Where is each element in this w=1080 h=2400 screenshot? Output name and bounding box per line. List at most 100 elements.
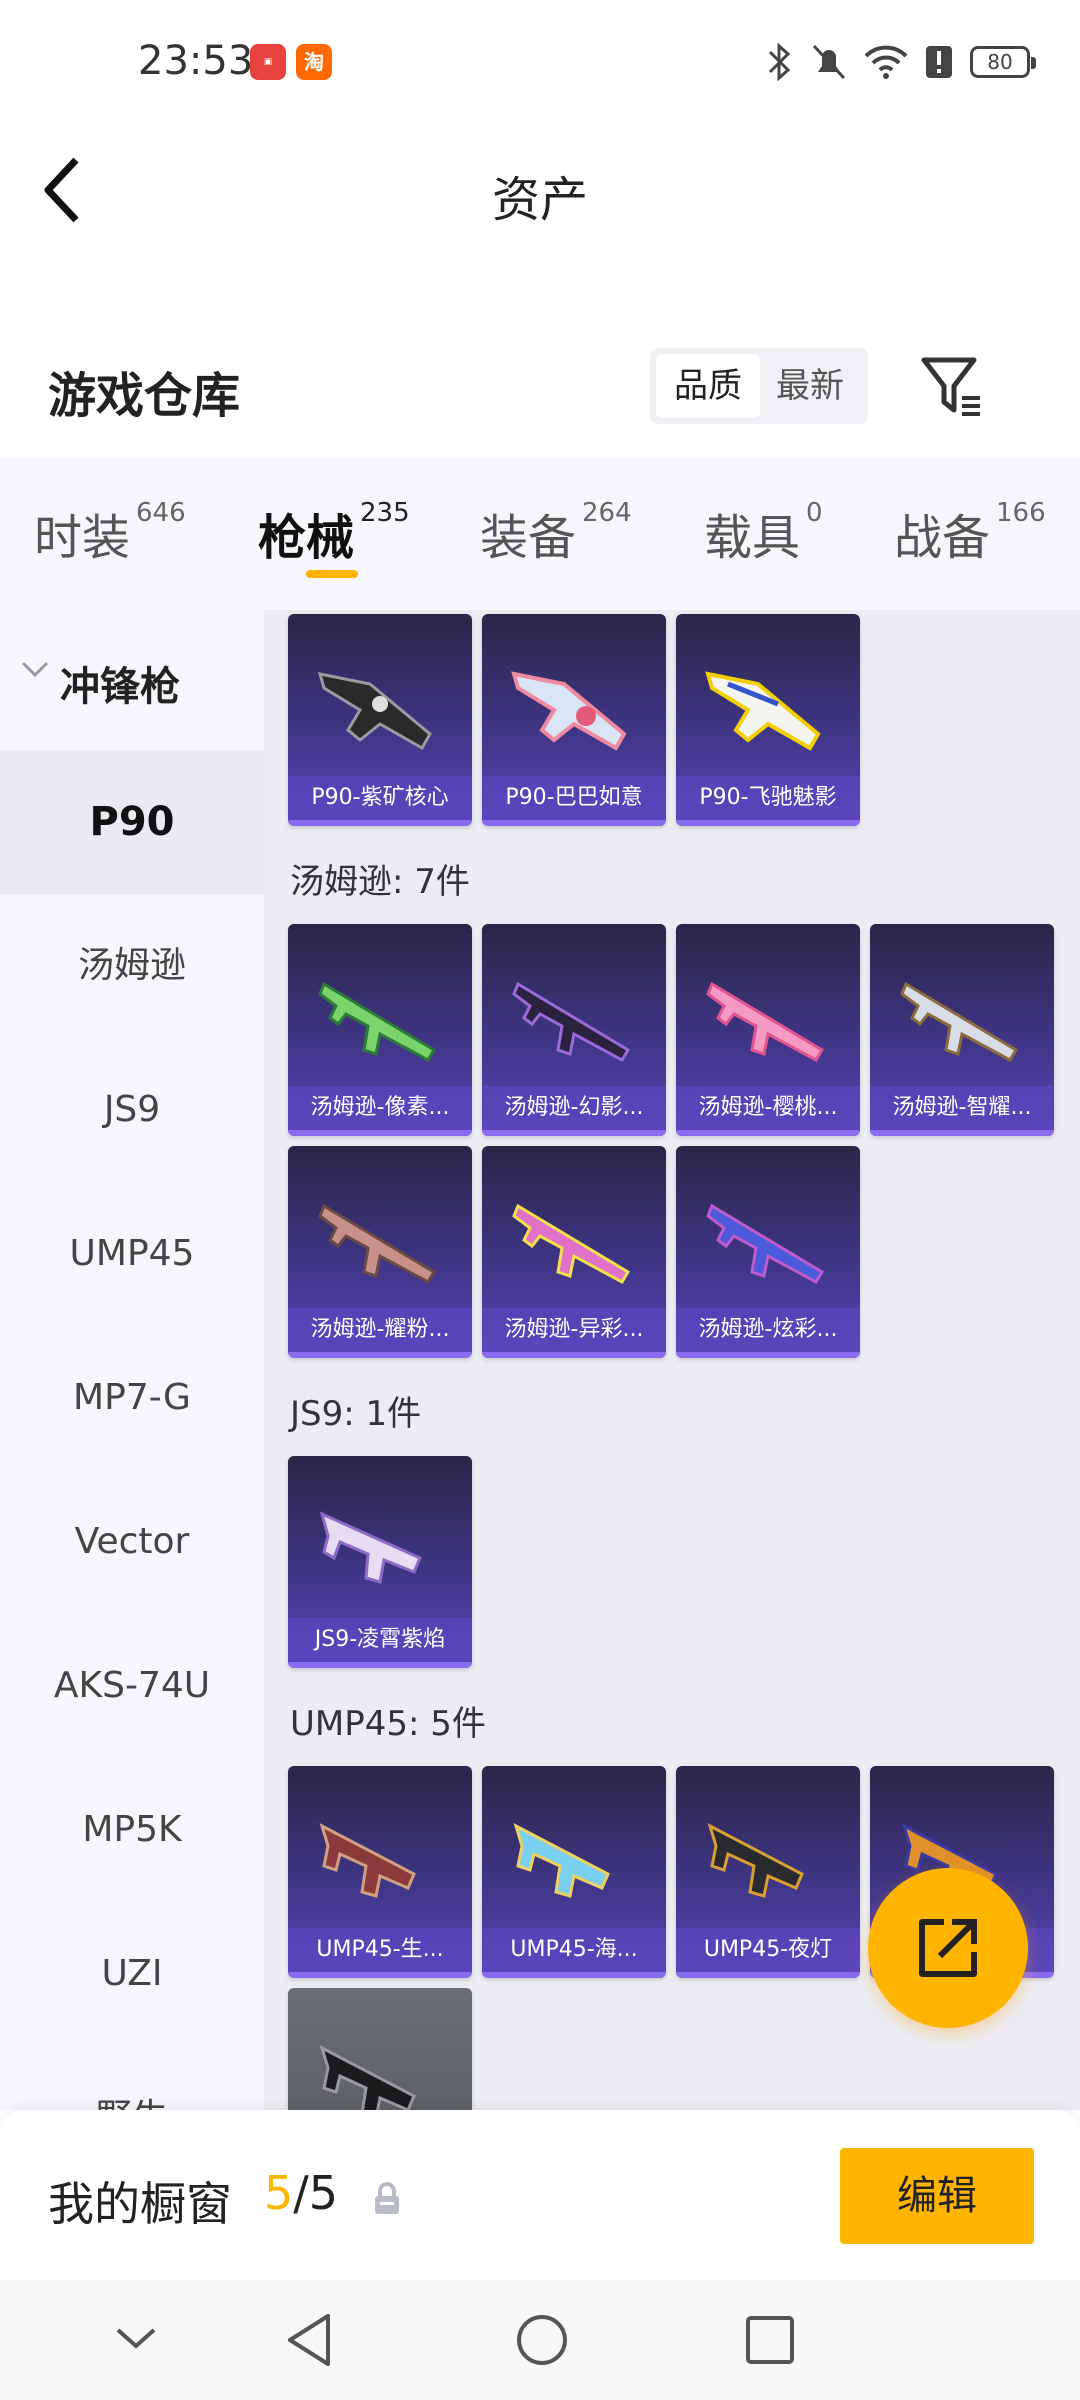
showcase-label: 我的橱窗 xyxy=(48,2177,232,2231)
p90-skin-icon xyxy=(317,672,432,751)
weapon-card[interactable]: 汤姆逊-炫彩... xyxy=(676,1146,860,1358)
huawei-app-icon: ▣ xyxy=(250,44,286,80)
lock-icon xyxy=(375,2182,399,2214)
card-rarity-strip xyxy=(482,1352,666,1358)
chevron-down-icon xyxy=(21,661,49,678)
tab-vehicles[interactable]: 载具 0 xyxy=(704,498,823,568)
sidebar-category-label: 冲锋枪 xyxy=(60,664,180,710)
tab-label: 装备 xyxy=(480,510,577,566)
filter-icon xyxy=(921,357,980,416)
weapon-card[interactable]: P90-巴巴如意 xyxy=(482,614,666,826)
tab-label: 枪械 xyxy=(258,510,355,566)
recents-nav-icon[interactable] xyxy=(744,2312,796,2368)
weapon-card[interactable]: 汤姆逊-智耀... xyxy=(870,924,1054,1136)
status-time: 23:53 xyxy=(138,38,254,84)
filter-button[interactable] xyxy=(918,352,988,422)
weapon-card[interactable]: 汤姆逊-耀粉... xyxy=(288,1146,472,1358)
tab-supplies[interactable]: 战备 166 xyxy=(894,498,1046,568)
tab-count: 646 xyxy=(136,498,186,528)
showcase-count: 5/5 xyxy=(264,2166,338,2220)
sort-quality-button[interactable]: 品质 xyxy=(656,354,760,418)
weapon-card[interactable]: JS9-凌霄紫焰 xyxy=(288,1456,472,1668)
sidebar-item-vector[interactable]: Vector xyxy=(0,1470,264,1614)
sidebar-item-mp7g[interactable]: MP7-G xyxy=(0,1326,264,1470)
showcase-total: 5 xyxy=(308,2166,339,2220)
showcase-current: 5 xyxy=(264,2166,294,2220)
weapon-card-label: UMP45-夜灯 xyxy=(676,1928,860,1972)
tab-equipment[interactable]: 装备 264 xyxy=(480,498,632,568)
bluetooth-icon xyxy=(768,42,791,82)
sidebar-item-aks74u[interactable]: AKS-74U xyxy=(0,1614,264,1758)
edit-button[interactable]: 编辑 xyxy=(840,2148,1034,2244)
card-rarity-strip xyxy=(288,820,472,826)
sidebar-item-ump45[interactable]: UMP45 xyxy=(0,1182,264,1326)
card-rarity-strip xyxy=(288,1972,472,1978)
weapon-card[interactable]: 汤姆逊-像素... xyxy=(288,924,472,1136)
showcase-bar: 我的橱窗 5/5 编辑 xyxy=(0,2110,1080,2280)
p90-skin-icon xyxy=(705,671,821,751)
sort-toggle: 品质 最新 xyxy=(650,348,868,424)
sidebar-item-js9[interactable]: JS9 xyxy=(0,1038,264,1182)
showcase-separator: / xyxy=(293,2166,309,2220)
weapon-card-label: 汤姆逊-幻影... xyxy=(482,1086,666,1130)
collapse-chevron-icon[interactable] xyxy=(112,2312,160,2368)
share-icon xyxy=(919,1919,977,1977)
card-rarity-strip xyxy=(676,1130,860,1136)
sidebar-item-thompson[interactable]: 汤姆逊 xyxy=(0,894,264,1038)
weapon-card-label: 汤姆逊-樱桃... xyxy=(676,1086,860,1130)
sidebar-item-bison[interactable]: 野牛 xyxy=(0,2046,264,2110)
home-nav-icon[interactable] xyxy=(514,2312,570,2368)
weapon-card[interactable]: P90-紫矿核心 xyxy=(288,614,472,826)
sidebar-item-p90[interactable]: P90 xyxy=(0,750,264,894)
card-rarity-strip xyxy=(676,1352,860,1358)
weapon-card[interactable] xyxy=(288,1988,472,2110)
weapon-card-label: UMP45-生... xyxy=(288,1928,472,1972)
weapon-card-label: UMP45-海... xyxy=(482,1928,666,1972)
tab-count: 264 xyxy=(582,498,632,528)
group-title-ump45: UMP45: 5件 xyxy=(290,1704,486,1744)
card-rarity-strip xyxy=(482,820,666,826)
weapon-card[interactable]: P90-飞驰魅影 xyxy=(676,614,860,826)
thompson-skin-icon xyxy=(706,981,825,1063)
thompson-skin-icon xyxy=(512,1203,631,1285)
tab-label: 战备 xyxy=(894,510,991,566)
battery-indicator: 80 xyxy=(970,46,1036,78)
weapon-card[interactable]: UMP45-海... xyxy=(482,1766,666,1978)
taobao-app-icon: 淘 xyxy=(296,44,332,80)
group-title-thompson: 汤姆逊: 7件 xyxy=(290,862,470,902)
weapon-card-label: P90-飞驰魅影 xyxy=(676,776,860,820)
warehouse-title: 游戏仓库 xyxy=(48,368,241,424)
card-rarity-strip xyxy=(482,1972,666,1978)
sidebar-item-mp5k[interactable]: MP5K xyxy=(0,1758,264,1902)
ump45-skin-icon xyxy=(513,1823,610,1898)
sort-newest-button[interactable]: 最新 xyxy=(758,354,862,418)
ump45-skin-icon xyxy=(319,1823,416,1898)
p90-skin-icon xyxy=(511,671,627,751)
weapon-card[interactable]: UMP45-生... xyxy=(288,1766,472,1978)
tab-count: 0 xyxy=(806,498,823,528)
sidebar-category-smg[interactable]: 冲锋枪 xyxy=(0,610,264,750)
thompson-skin-icon xyxy=(706,1203,825,1285)
tab-label: 载具 xyxy=(704,510,801,566)
tab-fashion[interactable]: 时装 646 xyxy=(34,498,186,568)
tab-count: 235 xyxy=(360,498,410,528)
sidebar-item-uzi[interactable]: UZI xyxy=(0,1902,264,2046)
card-rarity-strip xyxy=(288,1662,472,1668)
thompson-skin-icon xyxy=(318,981,437,1063)
ump45-skin-icon xyxy=(319,2045,416,2110)
back-nav-icon[interactable] xyxy=(284,2312,334,2368)
tab-count: 166 xyxy=(996,498,1046,528)
weapon-card[interactable]: UMP45-夜灯 xyxy=(676,1766,860,1978)
ump45-skin-icon xyxy=(707,1823,804,1898)
system-nav-bar xyxy=(0,2280,1080,2400)
weapon-card[interactable]: 汤姆逊-樱桃... xyxy=(676,924,860,1136)
tab-guns[interactable]: 枪械 235 xyxy=(258,498,410,568)
status-bar: 23:53 ▣ 淘 80 xyxy=(0,0,1080,120)
thompson-skin-icon xyxy=(900,981,1019,1063)
weapon-card[interactable]: 汤姆逊-幻影... xyxy=(482,924,666,1136)
share-button[interactable] xyxy=(868,1868,1028,2028)
weapon-card-label: 汤姆逊-耀粉... xyxy=(288,1308,472,1352)
card-rarity-strip xyxy=(870,1130,1054,1136)
weapon-card[interactable]: 汤姆逊-异彩... xyxy=(482,1146,666,1358)
page-title: 资产 xyxy=(491,172,588,228)
